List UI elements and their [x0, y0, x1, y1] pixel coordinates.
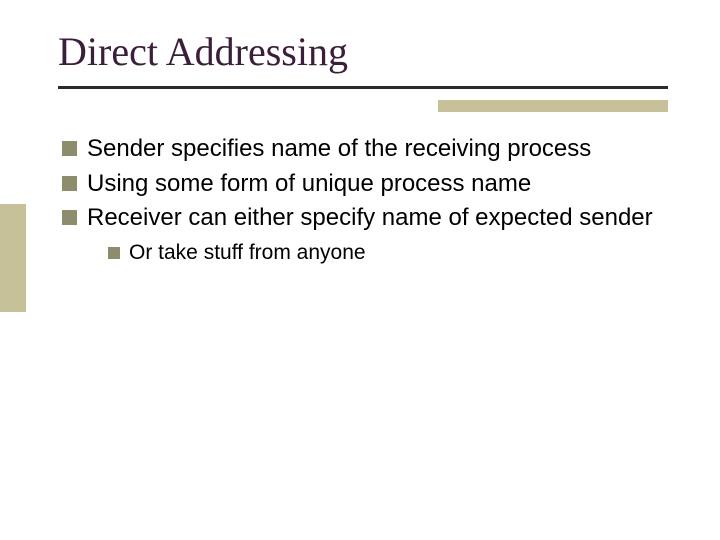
square-bullet-icon — [62, 141, 77, 156]
slide: Direct Addressing Sender specifies name … — [0, 0, 720, 540]
list-item-text: Using some form of unique process name — [87, 169, 662, 200]
square-bullet-icon — [62, 176, 77, 191]
square-bullet-icon — [62, 210, 77, 225]
list-item-text: Sender specifies name of the receiving p… — [87, 134, 662, 165]
square-bullet-icon — [108, 247, 120, 259]
sub-list: Or take stuff from anyone — [108, 240, 662, 267]
accent-bar — [438, 100, 668, 112]
list-item-text: Receiver can either specify name of expe… — [87, 203, 662, 234]
sub-list-item: Or take stuff from anyone — [108, 240, 662, 267]
slide-title: Direct Addressing — [58, 28, 348, 75]
list-item: Using some form of unique process name — [62, 169, 662, 200]
slide-body: Sender specifies name of the receiving p… — [62, 134, 662, 267]
side-accent-bar — [0, 204, 26, 312]
list-item: Receiver can either specify name of expe… — [62, 203, 662, 234]
title-underline — [58, 86, 668, 89]
sub-list-item-text: Or take stuff from anyone — [129, 240, 662, 267]
list-item: Sender specifies name of the receiving p… — [62, 134, 662, 165]
